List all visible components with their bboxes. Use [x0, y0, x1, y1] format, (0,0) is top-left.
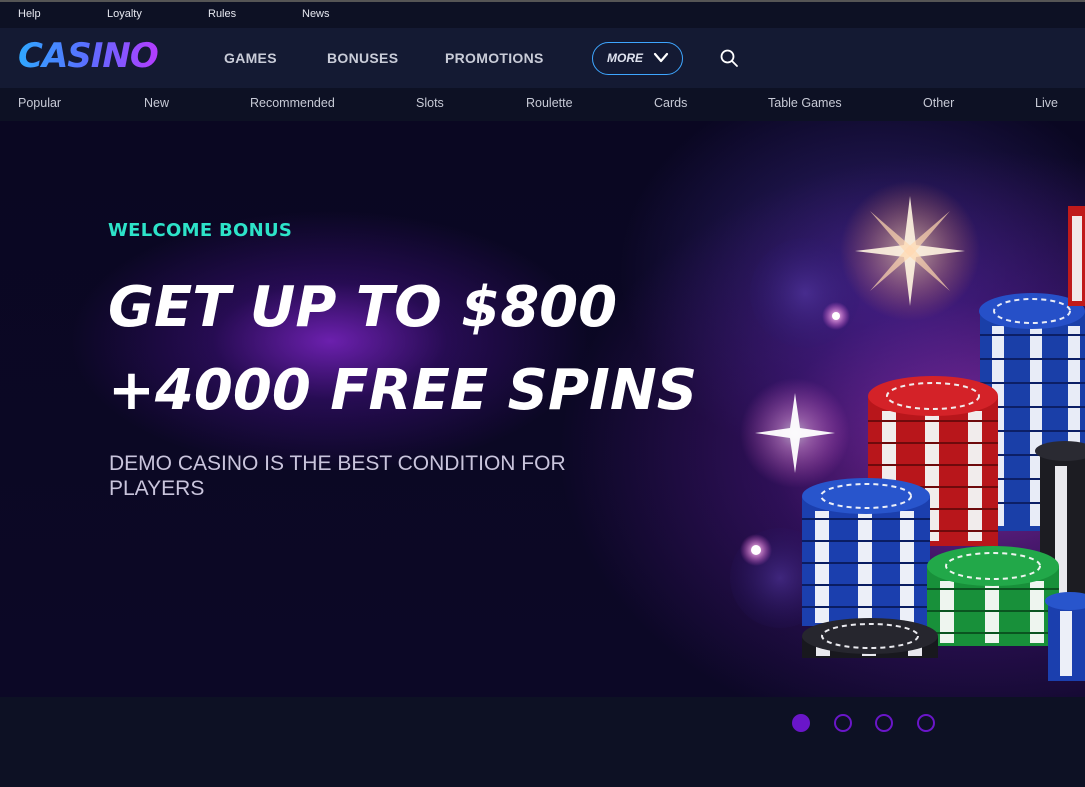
category-new[interactable]: New: [144, 96, 169, 110]
search-icon[interactable]: [719, 48, 739, 68]
hero-description: DEMO CASINO IS THE BEST CONDITION FOR PL…: [109, 452, 566, 500]
casino-chips-illustration: [730, 181, 1085, 681]
casino-logo[interactable]: CASINO: [18, 36, 159, 76]
nav-games[interactable]: GAMES: [224, 50, 277, 66]
carousel-dot-1[interactable]: [792, 714, 810, 732]
hero-eyebrow: WELCOME BONUS: [108, 220, 293, 241]
green-chip-stack: [927, 546, 1059, 646]
more-label: MORE: [607, 51, 643, 65]
category-bar: Popular New Recommended Slots Roulette C…: [0, 88, 1085, 121]
help-link[interactable]: Help: [18, 8, 41, 20]
news-link[interactable]: News: [302, 8, 330, 20]
category-recommended[interactable]: Recommended: [250, 96, 335, 110]
rules-link[interactable]: Rules: [208, 8, 236, 20]
carousel-dot-3[interactable]: [875, 714, 893, 732]
nav-bonuses[interactable]: BONUSES: [327, 50, 398, 66]
light-dot: [832, 312, 840, 320]
main-navigation: CASINO GAMES BONUSES PROMOTIONS MORE: [0, 28, 1085, 88]
blue-chip-stack-edge: [1045, 592, 1085, 681]
casino-home-page: Help Loyalty Rules News CASINO GAMES BON…: [0, 0, 1085, 787]
carousel-dot-2[interactable]: [834, 714, 852, 732]
category-table-games[interactable]: Table Games: [768, 96, 842, 110]
utility-bar: Help Loyalty Rules News: [0, 0, 1085, 28]
sparkle-medium: [740, 378, 850, 488]
category-popular[interactable]: Popular: [18, 96, 61, 110]
hero-headline-line2: +4000 FREE SPINS: [108, 358, 698, 423]
chevron-down-icon: [653, 52, 669, 63]
category-live[interactable]: Live: [1035, 96, 1058, 110]
nav-promotions[interactable]: PROMOTIONS: [445, 50, 544, 66]
carousel-pagination: [792, 714, 952, 734]
blue-chip-stack-front: [802, 478, 930, 626]
light-dot: [751, 545, 761, 555]
carousel-dot-4[interactable]: [917, 714, 935, 732]
category-slots[interactable]: Slots: [416, 96, 444, 110]
category-other[interactable]: Other: [923, 96, 954, 110]
black-chip-single: [802, 618, 938, 658]
more-menu-button[interactable]: MORE: [592, 42, 683, 75]
hero-banner[interactable]: WELCOME BONUS GET UP TO $800 +4000 FREE …: [0, 121, 1085, 697]
loyalty-link[interactable]: Loyalty: [107, 8, 142, 20]
category-roulette[interactable]: Roulette: [526, 96, 573, 110]
hero-headline-line1: GET UP TO $800: [108, 275, 618, 340]
sparkle-large: [840, 181, 980, 321]
red-chip-stack-edge: [1068, 206, 1085, 306]
category-cards[interactable]: Cards: [654, 96, 687, 110]
